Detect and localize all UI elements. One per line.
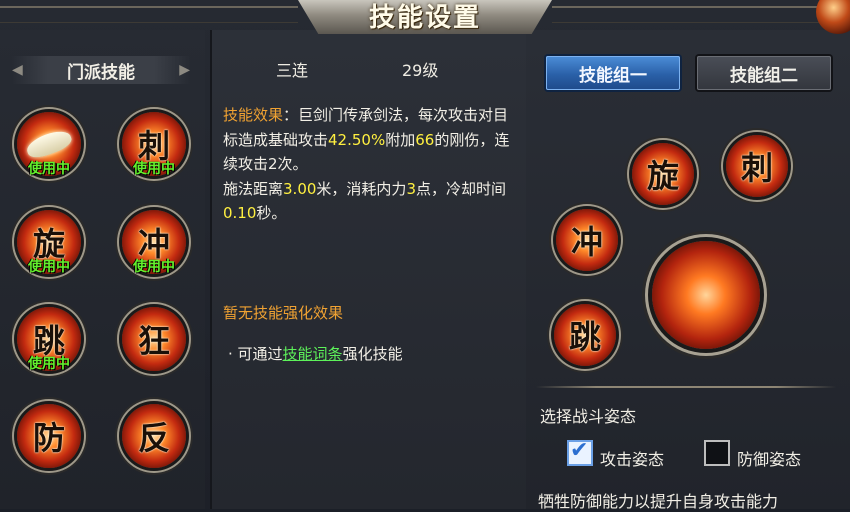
group-skill-slot[interactable]: 冲: [556, 209, 618, 271]
in-use-badge: 使用中: [28, 356, 70, 372]
enhance-hint: · 可通过技能词条强化技能: [228, 343, 403, 364]
spin-skill-icon: 旋: [646, 157, 679, 195]
counter-skill-icon: 反: [137, 419, 170, 457]
desc-label: 技能效果: [223, 106, 284, 124]
ornament-left-icon: ◀: [12, 62, 23, 78]
thrust-skill-icon: 刺: [740, 149, 773, 187]
no-enhancement-text: 暂无技能强化效果: [223, 304, 344, 322]
group-skill-slot[interactable]: 旋: [632, 143, 694, 205]
stance-title: 选择战斗姿态: [540, 407, 637, 426]
sect-skill-slot[interactable]: 使用中: [17, 112, 81, 177]
skill-description: 技能效果：巨剑门传承剑法，每次攻击对目标造成基础攻击42.50%附加66的刚伤，…: [223, 103, 513, 226]
charge-skill-icon: 冲: [570, 223, 603, 261]
divider: [536, 386, 836, 388]
sect-skill-slot[interactable]: 旋使用中: [17, 210, 81, 275]
sect-skill-slot[interactable]: 跳使用中: [17, 307, 81, 372]
sect-skills-header: ◀ 门派技能 ▶: [12, 56, 190, 84]
tab-skill-group-1[interactable]: 技能组一: [546, 56, 680, 90]
in-use-badge: 使用中: [28, 161, 70, 177]
sect-skill-slot[interactable]: 狂: [122, 307, 186, 371]
ornament-right-icon: ▶: [179, 62, 190, 78]
desc-text: 米，消耗内力: [316, 179, 407, 198]
jump-skill-icon: 跳: [568, 318, 601, 356]
hint-text: · 可通过: [228, 345, 283, 363]
tab-skill-group-2[interactable]: 技能组二: [697, 56, 831, 90]
desc-value: 3: [406, 179, 416, 198]
desc-value: 0.10: [223, 204, 257, 222]
sect-skill-slot[interactable]: 反: [122, 404, 186, 468]
defend-skill-icon: 防: [32, 419, 65, 457]
skill-entry-link[interactable]: 技能词条: [283, 345, 343, 363]
group-skill-slot[interactable]: 刺: [726, 135, 788, 197]
in-use-badge: 使用中: [133, 161, 175, 177]
defense-stance-label[interactable]: 防御姿态: [737, 446, 801, 470]
title-banner: 技能设置: [298, 0, 552, 34]
window-title: 技能设置: [368, 2, 481, 33]
frenzy-skill-icon: 狂: [137, 322, 170, 360]
desc-text: 施法距离: [223, 179, 284, 198]
sect-skill-slot[interactable]: 冲使用中: [122, 210, 186, 275]
skill-level: 29级: [402, 61, 439, 80]
top-border-left: [0, 6, 298, 23]
sect-skills-title: 门派技能: [67, 62, 135, 83]
attack-stance-label[interactable]: 攻击姿态: [600, 446, 664, 470]
desc-text: 点，冷却时间: [415, 179, 506, 198]
sword-slash-icon: [666, 280, 746, 310]
defense-stance-checkbox[interactable]: [704, 440, 730, 466]
desc-value: 66: [415, 130, 435, 149]
sword-slash-icon: [23, 126, 75, 162]
hint-text: 强化技能: [342, 345, 403, 363]
skill-name: 三连: [276, 61, 309, 80]
top-border-right: [552, 6, 850, 23]
desc-text: 秒。: [256, 204, 287, 222]
sect-skill-slot[interactable]: 刺使用中: [122, 112, 186, 177]
stance-description: 牺牲防御能力以提升自身攻击能力: [538, 492, 779, 511]
group-skill-slot[interactable]: 跳: [554, 304, 616, 366]
main-skill-slot[interactable]: [652, 241, 760, 349]
desc-text: 附加: [385, 130, 416, 149]
desc-value: 3.00: [283, 179, 317, 198]
in-use-badge: 使用中: [133, 259, 175, 275]
desc-value: 42.50%: [328, 130, 386, 149]
sect-skill-slot[interactable]: 防: [17, 404, 81, 468]
skill-detail-panel: [210, 30, 528, 509]
in-use-badge: 使用中: [28, 259, 70, 275]
attack-stance-checkbox[interactable]: [567, 438, 593, 466]
